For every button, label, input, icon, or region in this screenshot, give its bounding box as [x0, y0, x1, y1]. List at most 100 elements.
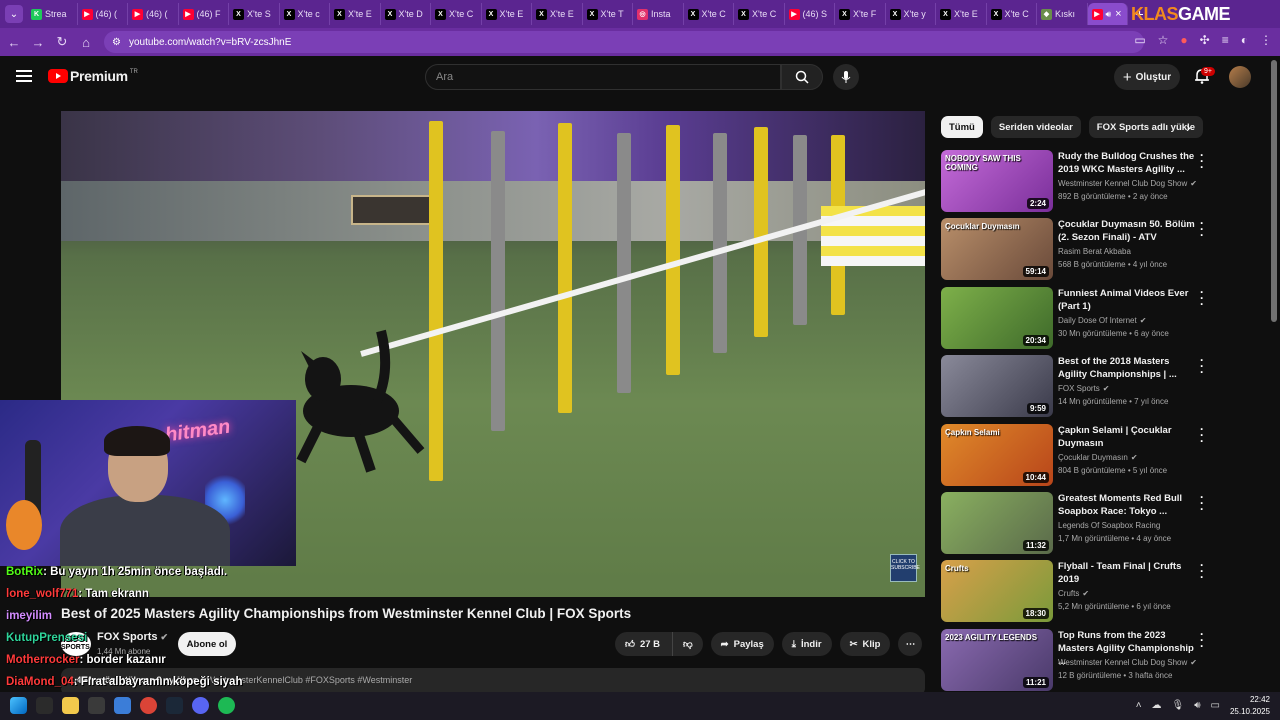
related-video-card[interactable]: Çocuklar Duymasın 59:14 Çocuklar Duymasın …	[941, 217, 1221, 281]
related-channel-name[interactable]: Westminster Kennel Club Dog Show ✔	[1058, 658, 1197, 667]
puzzle-extensions-icon[interactable]: ✣	[1200, 33, 1210, 47]
browser-tab[interactable]: ▶ (46) F	[179, 3, 229, 25]
video-thumbnail[interactable]: 20:34	[941, 286, 1053, 349]
search-input[interactable]: Ara	[425, 64, 781, 90]
browser-tab[interactable]: X X'te E	[482, 3, 532, 25]
related-video-card[interactable]: Çapkın Selami 10:44 Çapkın Selami | Çocukl…	[941, 423, 1221, 486]
home-button[interactable]: ⌂	[74, 35, 98, 50]
chevron-right-icon[interactable]: ›	[1186, 119, 1191, 135]
spotify-icon[interactable]	[218, 697, 235, 714]
browser-tab[interactable]: ▶ (46) S	[785, 3, 835, 25]
more-vert-icon[interactable]: · · ·	[1200, 354, 1204, 378]
page-scrollbar[interactable]	[1271, 60, 1277, 322]
related-channel-name[interactable]: Çocuklar Duymasın ✔	[1058, 453, 1138, 462]
more-vert-icon[interactable]: · · ·	[1200, 628, 1204, 652]
related-video-card[interactable]: NOBODY SAW THIS COMING 2:24 Rudy the Bulld…	[941, 149, 1221, 212]
discord-icon[interactable]	[192, 697, 209, 714]
chip-all[interactable]: Tümü	[941, 116, 983, 138]
create-button[interactable]: + Oluştur	[1114, 64, 1180, 90]
related-video-title[interactable]: Flyball - Team Final | Crufts 2019	[1058, 560, 1198, 586]
account-avatar[interactable]	[1229, 66, 1251, 88]
start-icon[interactable]	[10, 697, 27, 714]
edge-icon[interactable]	[114, 697, 131, 714]
browser-tab[interactable]: ◆ Kıskı	[1037, 3, 1088, 25]
extension-icon[interactable]: ●	[1180, 33, 1187, 47]
chip-series[interactable]: Seriden videolar	[990, 116, 1081, 138]
search-taskbar-icon[interactable]	[36, 697, 53, 714]
more-vert-icon[interactable]: · · ·	[1200, 286, 1204, 310]
network-icon[interactable]: ▭	[1211, 700, 1220, 711]
browser-tab[interactable]: X X'te E	[330, 3, 381, 25]
download-button[interactable]: ⤓ İndir	[781, 632, 832, 656]
related-channel-name[interactable]: Daily Dose Of Internet ✔	[1058, 316, 1146, 325]
url-field[interactable]: ⚙ youtube.com/watch?v=bRV-zcsJhnE	[104, 31, 1144, 53]
clip-button[interactable]: ✂ Klip	[839, 632, 891, 656]
browser-tab[interactable]: ◎ Insta	[633, 3, 684, 25]
browser-tab[interactable]: X X'te T	[583, 3, 633, 25]
related-video-card[interactable]: 20:34 Funniest Animal Videos Ever (Part 1…	[941, 286, 1221, 349]
video-thumbnail[interactable]: NOBODY SAW THIS COMING 2:24	[941, 150, 1053, 212]
related-channel-name[interactable]: FOX Sports ✔	[1058, 384, 1110, 393]
more-vert-icon[interactable]: · · ·	[1200, 559, 1204, 583]
youtube-premium-logo[interactable]: Premium TR	[48, 68, 138, 84]
video-thumbnail[interactable]: 9:59	[941, 355, 1053, 418]
click-to-subscribe-watermark[interactable]: CLICK TO SUBSCRIBE	[890, 554, 920, 582]
video-thumbnail[interactable]: 2023 AGILITY LEGENDS 11:21	[941, 628, 1053, 691]
browser-tab[interactable]: X X'te C	[734, 3, 785, 25]
video-thumbnail[interactable]: Çocuklar Duymasın 59:14	[941, 218, 1053, 281]
file-explorer-icon[interactable]	[62, 697, 79, 714]
browser-tab[interactable]: X X'te F	[835, 3, 886, 25]
tab-search-button[interactable]: ⌄	[5, 5, 23, 23]
more-actions-button[interactable]: ⋯	[898, 632, 923, 656]
guide-menu-icon[interactable]	[16, 70, 32, 82]
more-vert-icon[interactable]: · · ·	[1200, 423, 1204, 447]
browser-tab[interactable]: X X'te y	[886, 3, 936, 25]
close-tab-icon[interactable]: ×	[1115, 8, 1121, 20]
related-video-title[interactable]: Greatest Moments Red Bull Soapbox Race: …	[1058, 492, 1198, 518]
video-thumbnail[interactable]: Crufts 18:30	[941, 560, 1053, 623]
voice-search-button[interactable]	[833, 64, 859, 90]
more-vert-icon[interactable]: · · ·	[1200, 149, 1204, 173]
browser-tab[interactable]: X X'te C	[987, 3, 1037, 25]
tray-chevron-icon[interactable]: ˄	[1136, 700, 1142, 711]
browser-menu-icon[interactable]: ⋮	[1260, 33, 1272, 47]
like-button[interactable]: 👍︎ 27 B	[615, 632, 673, 656]
share-button[interactable]: ➦ Paylaş	[710, 632, 774, 656]
reload-button[interactable]: ↻	[50, 34, 74, 50]
bookmark-star-icon[interactable]: ☆	[1158, 33, 1169, 47]
related-video-card[interactable]: Crufts 18:30 Flyball - Team Final | Crufts…	[941, 559, 1221, 623]
related-video-title[interactable]: Funniest Animal Videos Ever (Part 1)	[1058, 287, 1198, 313]
steam-icon[interactable]	[166, 697, 183, 714]
video-thumbnail[interactable]: Çapkın Selami 10:44	[941, 423, 1053, 486]
volume-icon[interactable]: 🔊︎	[1194, 700, 1200, 711]
mic-tray-icon[interactable]: 🎙︎	[1172, 700, 1185, 711]
video-thumbnail[interactable]: 11:32	[941, 492, 1053, 554]
search-button[interactable]	[781, 64, 823, 90]
browser-tab[interactable]: ▶ (46) (	[78, 3, 128, 25]
task-view-icon[interactable]	[88, 697, 105, 714]
more-vert-icon[interactable]: · · ·	[1200, 491, 1204, 515]
browser-tab[interactable]: X X'te C	[684, 3, 734, 25]
related-channel-name[interactable]: Rasim Berat Akbaba	[1058, 247, 1131, 256]
related-channel-name[interactable]: Crufts ✔	[1058, 589, 1089, 598]
related-video-card[interactable]: 11:32 Greatest Moments Red Bull Soapbox R…	[941, 491, 1221, 554]
related-channel-name[interactable]: Legends Of Soapbox Racing	[1058, 521, 1160, 530]
related-video-card[interactable]: 2023 AGILITY LEGENDS 11:21 Top Runs from t…	[941, 628, 1221, 691]
cloud-sync-icon[interactable]: ☁	[1152, 700, 1162, 711]
chrome-icon[interactable]	[140, 697, 157, 714]
site-info-icon[interactable]: ⚙	[112, 37, 121, 48]
browser-tab[interactable]: X X'te D	[381, 3, 431, 25]
related-video-title[interactable]: Best of the 2018 Masters Agility Champio…	[1058, 355, 1198, 381]
install-icon[interactable]: ▭	[1134, 33, 1145, 47]
profile-icon[interactable]: ◐	[1241, 33, 1248, 47]
system-clock[interactable]: 22:42 25.10.2025	[1230, 694, 1270, 718]
browser-tab[interactable]: K Strea	[27, 3, 78, 25]
related-channel-name[interactable]: Westminster Kennel Club Dog Show ✔	[1058, 179, 1197, 188]
browser-tab[interactable]: X X'te C	[431, 3, 482, 25]
related-video-card[interactable]: 9:59 Best of the 2018 Masters Agility Cha…	[941, 354, 1221, 418]
related-video-title[interactable]: Çocuklar Duymasın 50. Bölüm (2. Sezon Fi…	[1058, 218, 1198, 244]
forward-button[interactable]: →	[26, 35, 50, 50]
dislike-button[interactable]: 👎︎	[672, 632, 703, 656]
back-button[interactable]: ←	[2, 35, 26, 50]
more-vert-icon[interactable]: · · ·	[1200, 217, 1204, 241]
